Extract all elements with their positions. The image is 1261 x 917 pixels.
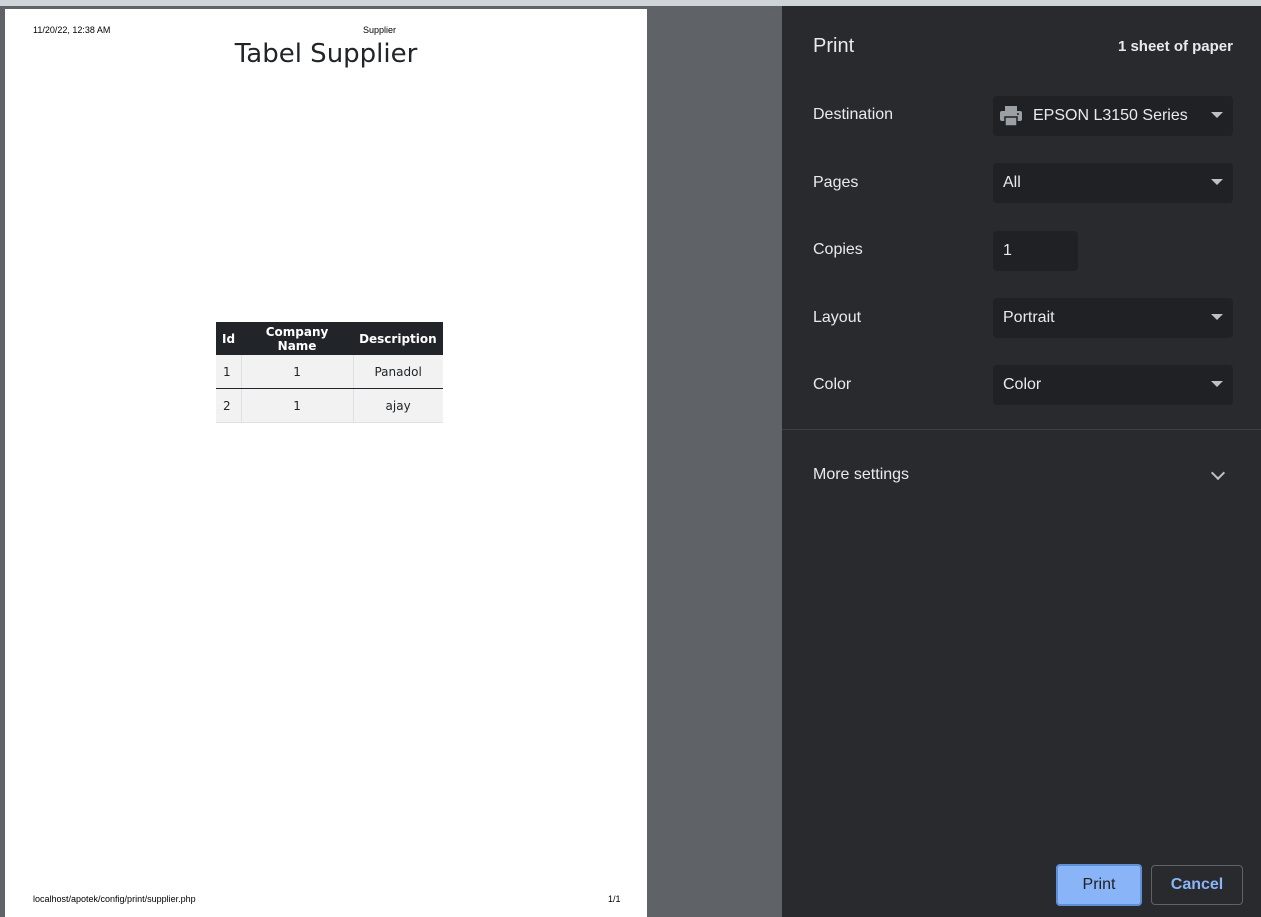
page-footer-page-number: 1/1	[608, 894, 621, 904]
column-header-company-name: Company Name	[241, 322, 354, 355]
cell-description: Panadol	[352, 355, 443, 389]
table-header-row: Id Company Name Description	[216, 322, 443, 355]
page-footer-url: localhost/apotek/config/print/supplier.p…	[33, 894, 196, 904]
destination-value: EPSON L3150 Series	[1033, 107, 1188, 124]
color-label: Color	[813, 376, 852, 393]
color-value: Color	[1003, 376, 1042, 393]
preview-page: 11/20/22, 12:38 AM Supplier Tabel Suppli…	[5, 9, 647, 917]
destination-label: Destination	[813, 106, 894, 123]
table-row: 2 1 ajay	[216, 388, 443, 423]
sheet-count: 1 sheet of paper	[1117, 38, 1233, 55]
dropdown-arrow-icon	[1211, 112, 1223, 118]
layout-label: Layout	[813, 309, 862, 326]
chevron-down-icon	[1210, 465, 1226, 481]
print-button[interactable]: Print	[1056, 864, 1142, 906]
column-header-description: Description	[353, 322, 443, 355]
pages-select[interactable]: All	[993, 163, 1233, 203]
layout-value: Portrait	[1003, 309, 1055, 326]
copies-label: Copies	[813, 241, 863, 258]
more-settings-label: More settings	[813, 466, 910, 483]
cell-id: 2	[216, 388, 242, 423]
cell-id: 1	[216, 355, 242, 389]
table-row: 1 1 Panadol	[216, 355, 443, 389]
dropdown-arrow-icon	[1211, 179, 1223, 185]
section-divider	[782, 429, 1261, 430]
layout-select[interactable]: Portrait	[993, 298, 1233, 338]
print-dialog-title: Print	[813, 35, 855, 57]
dropdown-arrow-icon	[1211, 381, 1223, 387]
dropdown-arrow-icon	[1211, 314, 1223, 320]
pages-label: Pages	[813, 174, 859, 191]
cell-description: ajay	[352, 388, 443, 423]
column-header-id: Id	[216, 322, 242, 355]
print-preview-area[interactable]: 11/20/22, 12:38 AM Supplier Tabel Suppli…	[0, 6, 782, 917]
cell-company-name: 1	[240, 355, 354, 389]
cell-company-name: 1	[240, 388, 354, 423]
supplier-table: Id Company Name Description 1 1 Panadol …	[216, 322, 443, 423]
pages-value: All	[1003, 174, 1021, 191]
document-title: Tabel Supplier	[234, 39, 418, 69]
page-header-title: Supplier	[363, 25, 397, 35]
cancel-button[interactable]: Cancel	[1151, 865, 1243, 905]
color-select[interactable]: Color	[993, 365, 1233, 405]
copies-input[interactable]	[993, 231, 1078, 271]
printer-icon	[1000, 106, 1022, 126]
print-settings-panel: Print 1 sheet of paper Destination EPSON…	[782, 6, 1261, 917]
destination-select[interactable]: EPSON L3150 Series	[993, 96, 1233, 136]
more-settings-toggle[interactable]: More settings	[782, 453, 1261, 497]
page-header-date: 11/20/22, 12:38 AM	[33, 25, 111, 35]
